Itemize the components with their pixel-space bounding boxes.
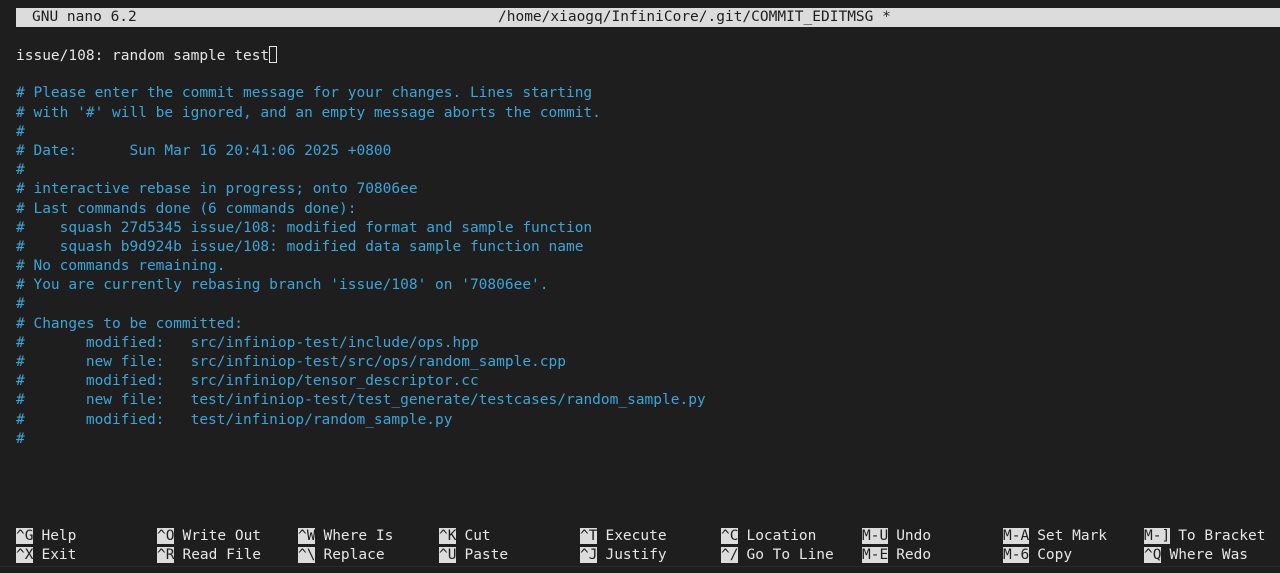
commit-message-line[interactable]: issue/108: random sample test xyxy=(16,46,1280,65)
shortcut-row-2: ^X Exit ^R Read File ^\ Replace ^U Paste ^J J… xyxy=(16,546,1280,565)
shortcut-key: ^\ xyxy=(298,547,316,564)
comment-line[interactable]: # You are currently rebasing branch 'iss… xyxy=(16,276,1280,295)
shortcut-key: M-A xyxy=(1003,528,1030,544)
text-cursor xyxy=(269,46,278,63)
comment-line[interactable]: # xyxy=(16,430,1280,449)
shortcut-label: Where Was xyxy=(1169,547,1249,564)
nano-title-bar: GNU nano 6.2 /home/xiaogq/InfiniCore/.gi… xyxy=(16,8,1280,27)
shortcut-help[interactable]: ^G Help xyxy=(16,527,76,546)
shortcut-label: Paste xyxy=(464,547,509,564)
shortcut-redo[interactable]: M-E Redo xyxy=(862,546,931,565)
shortcut-label: Exit xyxy=(41,547,77,564)
shortcut-label: Execute xyxy=(605,528,667,544)
shortcut-replace[interactable]: ^\ Replace xyxy=(298,546,385,565)
shortcut-key: ^O xyxy=(157,528,175,544)
shortcut-key: M-6 xyxy=(1003,547,1030,564)
shortcut-key: ^J xyxy=(580,547,598,564)
comment-line[interactable]: # Date: Sun Mar 16 20:41:06 2025 +0800 xyxy=(16,142,1280,161)
shortcut-read-file[interactable]: ^R Read File xyxy=(157,546,261,565)
shortcut-execute[interactable]: ^T Execute xyxy=(580,527,667,546)
shortcut-location[interactable]: ^C Location xyxy=(721,527,816,546)
shortcut-key: ^T xyxy=(580,528,598,544)
comment-line[interactable]: # xyxy=(16,123,1280,142)
comment-line[interactable]: # xyxy=(16,295,1280,314)
shortcut-label: Copy xyxy=(1037,547,1073,564)
comment-line[interactable]: # modified: src/infiniop/tensor_descript… xyxy=(16,372,1280,391)
comment-line[interactable]: # new file: test/infiniop-test/test_gene… xyxy=(16,391,1280,410)
shortcut-justify[interactable]: ^J Justify xyxy=(580,546,667,565)
comment-line[interactable]: # interactive rebase in progress; onto 7… xyxy=(16,180,1280,199)
terminal-status-strip xyxy=(0,566,1280,573)
comment-line[interactable]: # xyxy=(16,161,1280,180)
shortcut-to-bracket[interactable]: M-] To Bracket xyxy=(1144,527,1266,546)
editor-area[interactable]: issue/108: random sample test # Please e… xyxy=(16,46,1280,449)
shortcut-row-1: ^G Help ^O Write Out ^W Where Is ^K Cut ^T Ex… xyxy=(16,527,1280,546)
comment-line[interactable]: # with '#' will be ignored, and an empty… xyxy=(16,104,1280,123)
blank-line[interactable] xyxy=(16,65,1280,84)
shortcut-label: Read File xyxy=(182,547,262,564)
shortcut-label: To Bracket xyxy=(1178,528,1266,544)
comment-line[interactable]: # squash 27d5345 issue/108: modified for… xyxy=(16,219,1280,238)
shortcut-label: Redo xyxy=(896,547,932,564)
comment-line[interactable]: # Please enter the commit message for yo… xyxy=(16,84,1280,103)
shortcut-undo[interactable]: M-U Undo xyxy=(862,527,931,546)
shortcut-label: Replace xyxy=(323,547,385,564)
commit-message-text[interactable]: issue/108: random sample test xyxy=(16,48,269,64)
comment-line[interactable]: # squash b9d924b issue/108: modified dat… xyxy=(16,238,1280,257)
shortcut-label: Justify xyxy=(605,547,667,564)
file-path: /home/xiaogq/InfiniCore/.git/COMMIT_EDIT… xyxy=(498,9,891,25)
shortcut-label: Where Is xyxy=(323,528,394,544)
shortcut-key: ^U xyxy=(439,547,457,564)
shortcut-key: ^R xyxy=(157,547,175,564)
shortcut-key: ^K xyxy=(439,528,457,544)
shortcut-label: Help xyxy=(41,528,77,544)
shortcut-copy[interactable]: M-6 Copy xyxy=(1003,546,1072,565)
shortcut-exit[interactable]: ^X Exit xyxy=(16,546,76,565)
shortcut-label: Set Mark xyxy=(1037,528,1108,544)
app-version: GNU nano 6.2 xyxy=(32,9,137,25)
shortcut-label: Go To Line xyxy=(746,547,834,564)
shortcut-go-to-line[interactable]: ^/ Go To Line xyxy=(721,546,834,565)
shortcut-key: M-U xyxy=(862,528,889,544)
shortcut-set-mark[interactable]: M-A Set Mark xyxy=(1003,527,1107,546)
shortcut-where-was[interactable]: ^Q Where Was xyxy=(1144,546,1248,565)
shortcut-cut[interactable]: ^K Cut xyxy=(439,527,491,546)
shortcut-where-is[interactable]: ^W Where Is xyxy=(298,527,393,546)
comment-line[interactable]: # Changes to be committed: xyxy=(16,315,1280,334)
shortcut-key: ^G xyxy=(16,528,34,544)
comment-line[interactable]: # modified: src/infiniop-test/include/op… xyxy=(16,334,1280,353)
comment-line[interactable]: # No commands remaining. xyxy=(16,257,1280,276)
shortcut-paste[interactable]: ^U Paste xyxy=(439,546,508,565)
shortcut-key: ^W xyxy=(298,528,316,544)
shortcut-label: Undo xyxy=(896,528,932,544)
shortcut-label: Cut xyxy=(464,528,491,544)
shortcut-bar: ^G Help ^O Write Out ^W Where Is ^K Cut ^T Ex… xyxy=(16,527,1280,565)
comment-line[interactable]: # new file: src/infiniop-test/src/ops/ra… xyxy=(16,353,1280,372)
shortcut-key: M-] xyxy=(1144,528,1171,544)
comment-line[interactable]: # Last commands done (6 commands done): xyxy=(16,200,1280,219)
comment-line[interactable]: # modified: test/infiniop/random_sample.… xyxy=(16,411,1280,430)
shortcut-label: Location xyxy=(746,528,817,544)
shortcut-key: ^/ xyxy=(721,547,739,564)
shortcut-write-out[interactable]: ^O Write Out xyxy=(157,527,261,546)
shortcut-key: ^C xyxy=(721,528,739,544)
shortcut-label: Write Out xyxy=(182,528,262,544)
shortcut-key: ^Q xyxy=(1144,547,1162,564)
shortcut-key: ^X xyxy=(16,547,34,564)
shortcut-key: M-E xyxy=(862,547,889,564)
